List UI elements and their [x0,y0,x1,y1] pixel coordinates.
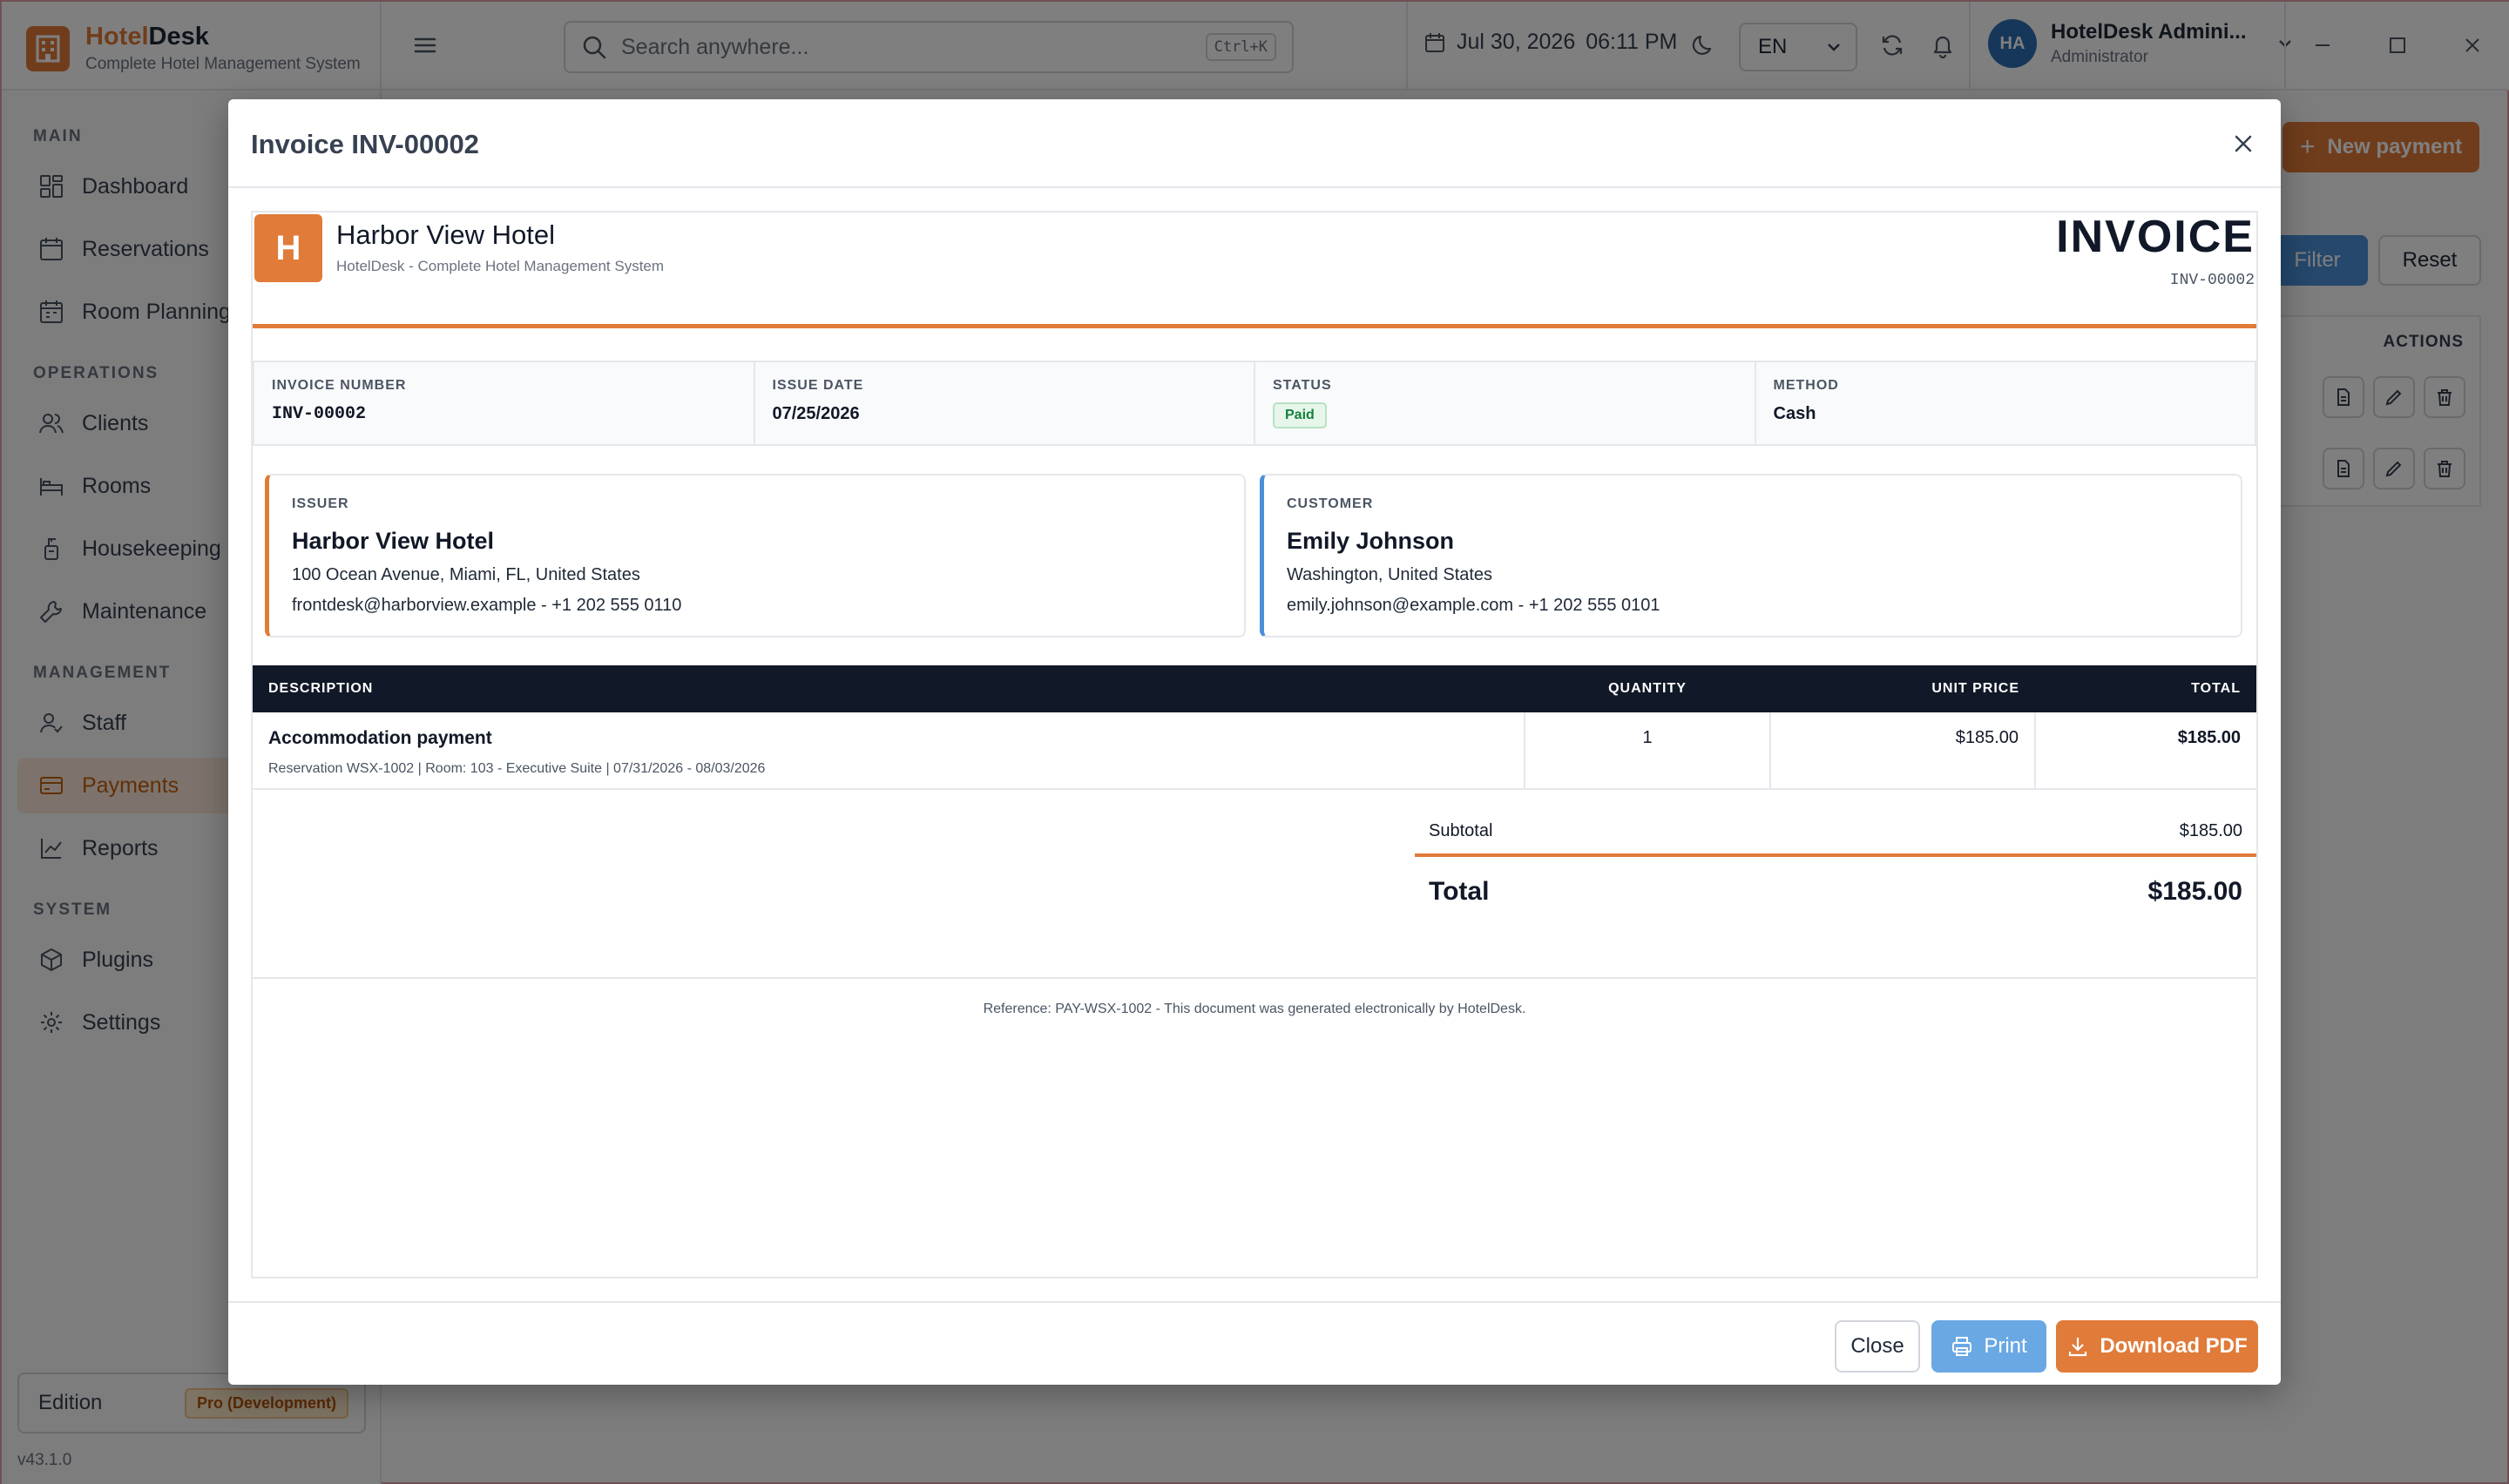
subtotal-row: Subtotal $185.00 [1415,813,2256,848]
customer-address: Washington, United States [1287,565,1493,584]
close-icon[interactable] [2228,129,2258,159]
table-header-row: DESCRIPTION QUANTITY UNIT PRICE TOTAL [253,665,2256,712]
customer-card: CUSTOMER Emily Johnson Washington, Unite… [1260,474,2242,637]
issuer-card: ISSUER Harbor View Hotel 100 Ocean Avenu… [265,474,1246,637]
hotel-subtitle: HotelDesk - Complete Hotel Management Sy… [336,258,665,274]
subtotal-value: $185.00 [2179,820,2242,840]
total-row: Total $185.00 [1415,857,2256,927]
download-pdf-label: Download PDF [2100,1334,2248,1358]
invoice-number-heading: INV-00002 [2169,272,2255,289]
invoice-heading: INVOICE [2056,212,2255,262]
close-button[interactable]: Close [1835,1320,1920,1373]
column-header-unit-price: UNIT PRICE [1770,665,2035,712]
issuer-label: ISSUER [292,496,349,511]
invoice-document: H Harbor View Hotel HotelDesk - Complete… [251,211,2258,1278]
issuer-name: Harbor View Hotel [292,528,495,554]
item-quantity: 1 [1524,712,1770,790]
modal-header: Invoice INV-00002 [228,99,2281,188]
meta-label: METHOD [1773,378,1839,393]
hotel-logo: H [254,214,322,282]
item-unit-price: $185.00 [1769,712,2035,790]
document-footer-note: Reference: PAY-WSX-1002 - This document … [983,1002,1526,1016]
issuer-address: 100 Ocean Avenue, Miami, FL, United Stat… [292,565,640,584]
download-icon [2069,1338,2087,1357]
print-button[interactable]: Print [1931,1320,2046,1373]
item-total: $185.00 [2034,712,2256,790]
item-description: Accommodation payment Reservation WSX-10… [253,712,1525,790]
subtotal-label: Subtotal [1429,820,1493,840]
column-header-description: DESCRIPTION [253,665,1525,712]
meta-label: ISSUE DATE [772,378,864,393]
item-detail: Reservation WSX-1002 | Room: 103 - Execu… [268,761,766,776]
status-badge: Paid [1273,402,1327,428]
modal-footer: Close Print Download PDF [228,1301,2281,1385]
modal-title: Invoice INV-00002 [251,129,479,159]
meta-value: 07/25/2026 [772,404,860,423]
download-pdf-button[interactable]: Download PDF [2056,1320,2258,1373]
totals-block: Subtotal $185.00 Total $185.00 [1415,813,2256,927]
meta-method: METHOD Cash [1756,362,2255,444]
column-header-total: TOTAL [2035,665,2256,712]
customer-name: Emily Johnson [1287,528,1455,554]
print-button-label: Print [1984,1334,2027,1358]
meta-label: INVOICE NUMBER [272,378,407,393]
invoice-modal: Invoice INV-00002 H Harbor View Hotel Ho… [228,99,2281,1385]
footer-rule [253,977,2256,979]
total-label: Total [1429,877,1490,906]
customer-contact: emily.johnson@example.com - +1 202 555 0… [1287,596,1660,615]
header-rule [253,324,2256,328]
meta-value: Cash [1773,404,1816,423]
invoice-meta: INVOICE NUMBER INV-00002 ISSUE DATE 07/2… [253,361,2256,446]
table-row: Accommodation payment Reservation WSX-10… [253,712,2256,790]
printer-icon [1952,1337,1972,1356]
meta-label: STATUS [1273,378,1332,393]
customer-label: CUSTOMER [1287,496,1374,511]
hotel-name: Harbor View Hotel [336,219,555,250]
line-items-table: DESCRIPTION QUANTITY UNIT PRICE TOTAL Ac… [253,665,2256,790]
item-title: Accommodation payment [268,728,492,748]
close-button-label: Close [1850,1334,1904,1358]
column-header-quantity: QUANTITY [1525,665,1770,712]
issuer-contact: frontdesk@harborview.example - +1 202 55… [292,596,682,615]
meta-status: STATUS Paid [1255,362,1756,444]
total-value: $185.00 [2147,877,2242,906]
meta-issue-date: ISSUE DATE 07/25/2026 [755,362,1255,444]
meta-invoice-number: INVOICE NUMBER INV-00002 [254,362,755,444]
meta-value: INV-00002 [272,404,367,424]
